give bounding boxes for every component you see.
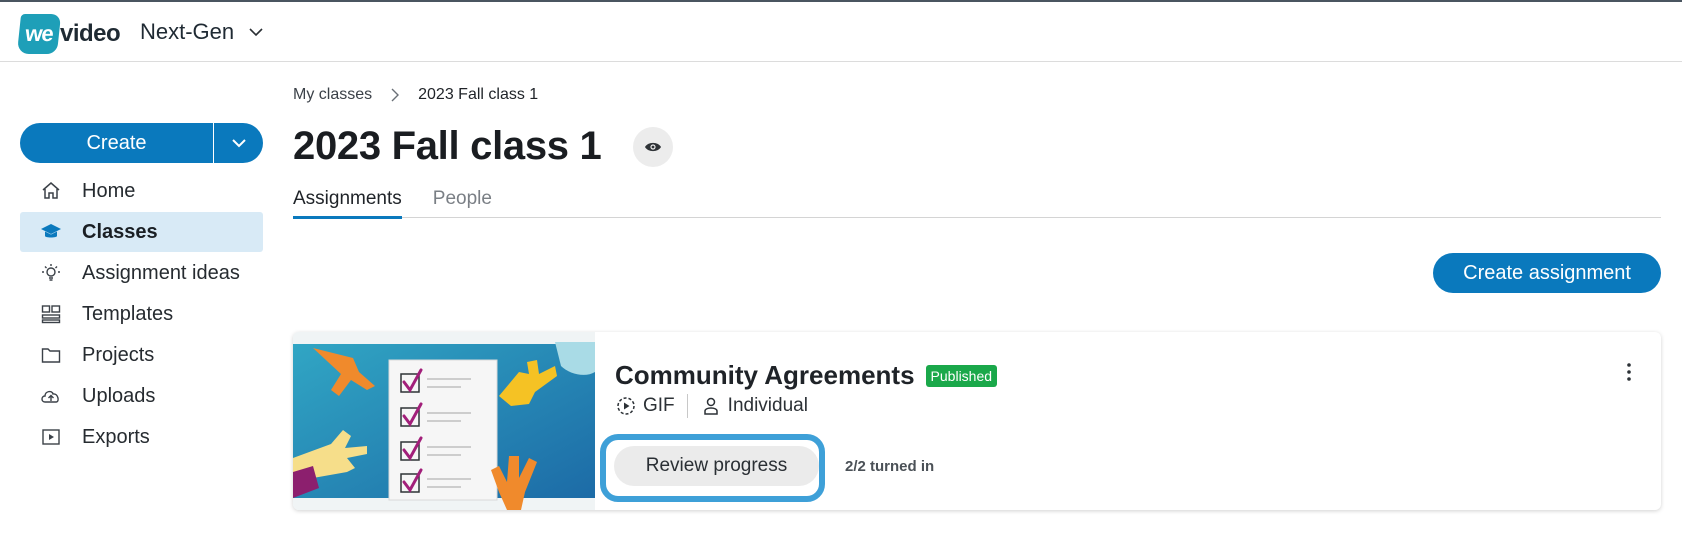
preview-button[interactable]: [633, 126, 674, 167]
more-options-button[interactable]: [1619, 360, 1639, 384]
graduation-cap-icon: [40, 221, 62, 243]
lightbulb-icon: [40, 262, 62, 284]
sidebar-item-uploads[interactable]: Uploads: [20, 376, 263, 416]
assignment-thumbnail: [293, 332, 595, 510]
review-progress-button[interactable]: Review progress: [614, 446, 819, 486]
create-assignment-button[interactable]: Create assignment: [1433, 253, 1661, 293]
sidebar-item-label: Projects: [82, 343, 155, 366]
app-header: we video Next-Gen: [0, 2, 1682, 62]
sidebar-item-exports[interactable]: Exports: [20, 417, 263, 457]
eye-icon: [645, 142, 662, 151]
assignment-mode: Individual: [727, 395, 808, 416]
breadcrumb-current: 2023 Fall class 1: [418, 86, 539, 103]
sidebar-item-label: Home: [82, 179, 136, 202]
breadcrumb-my-classes[interactable]: My classes: [293, 86, 372, 104]
title-row: 2023 Fall class 1: [293, 124, 674, 169]
create-button[interactable]: Create: [20, 123, 213, 163]
assignment-title-row: Community Agreements Published: [615, 360, 998, 391]
export-play-icon: [40, 426, 62, 448]
create-split-button: Create: [20, 123, 263, 163]
chevron-right-icon: [391, 88, 400, 102]
sidebar-item-assignment-ideas[interactable]: Assignment ideas: [20, 253, 263, 293]
home-icon: [40, 180, 62, 202]
kebab-menu-icon: [1627, 363, 1631, 381]
assignment-format: GIF: [643, 395, 675, 416]
person-icon: [700, 395, 722, 417]
templates-icon: [40, 303, 62, 325]
sidebar-nav: Home Classes Assignment ideas Templates …: [20, 171, 263, 457]
tab-assignments[interactable]: Assignments: [293, 188, 402, 219]
meta-divider: [686, 394, 688, 418]
page-title: 2023 Fall class 1: [293, 124, 602, 168]
turned-in-count: 2/2 turned in: [845, 458, 935, 475]
workspace-switcher[interactable]: Next-Gen: [140, 16, 264, 48]
logo-badge: we: [16, 14, 62, 54]
tab-people[interactable]: People: [433, 188, 492, 218]
sidebar-item-classes[interactable]: Classes: [20, 212, 263, 252]
gif-icon: [615, 395, 637, 417]
sidebar-item-templates[interactable]: Templates: [20, 294, 263, 334]
sidebar-item-label: Uploads: [82, 384, 156, 407]
sidebar: Create Home Classes Assignment ideas Tem…: [20, 123, 263, 458]
chevron-down-icon: [231, 139, 246, 148]
assignment-title[interactable]: Community Agreements: [615, 360, 915, 391]
breadcrumb: My classes 2023 Fall class 1: [293, 86, 538, 104]
create-dropdown-button[interactable]: [213, 123, 263, 163]
status-badge: Published: [925, 364, 998, 387]
folder-icon: [40, 344, 62, 366]
sidebar-item-label: Exports: [82, 425, 150, 448]
wevideo-logo[interactable]: we video: [16, 14, 121, 54]
tab-bar: Assignments People: [293, 188, 1661, 219]
assignment-card[interactable]: Community Agreements Published GIF Indiv…: [293, 332, 1661, 510]
cloud-upload-icon: [40, 385, 62, 407]
assignment-illustration: [293, 332, 595, 510]
sidebar-item-home[interactable]: Home: [20, 171, 263, 211]
sidebar-item-label: Assignment ideas: [82, 261, 240, 284]
sidebar-item-projects[interactable]: Projects: [20, 335, 263, 375]
chevron-down-icon: [249, 28, 263, 37]
assignment-meta: GIF Individual: [615, 394, 808, 418]
sidebar-item-label: Classes: [82, 220, 158, 243]
sidebar-item-label: Templates: [82, 302, 174, 325]
logo-word: video: [60, 20, 121, 47]
workspace-name: Next-Gen: [140, 19, 235, 44]
